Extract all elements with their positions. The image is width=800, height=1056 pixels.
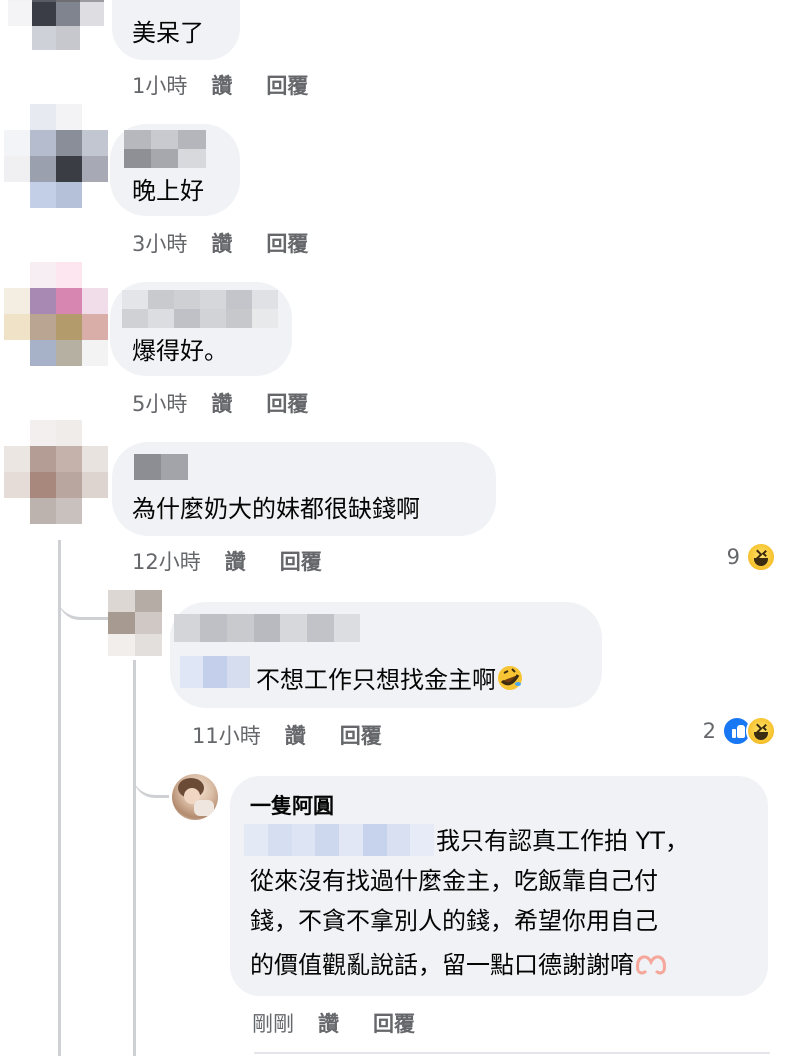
avatar[interactable] bbox=[108, 590, 162, 656]
reply-button[interactable]: 回覆 bbox=[266, 388, 308, 418]
like-button[interactable]: 讚 bbox=[318, 1008, 339, 1038]
comment-text-line: 的價值觀亂說話，留一點口德謝謝唷 bbox=[250, 950, 668, 980]
reply-button[interactable]: 回覆 bbox=[373, 1008, 415, 1038]
comment-time[interactable]: 5小時 bbox=[132, 388, 187, 418]
comment-text: 爆得好。 bbox=[132, 337, 228, 365]
thread-connector bbox=[58, 580, 110, 620]
comment-text: 不想工作只想找金主啊 bbox=[256, 664, 524, 695]
comment-text-body: 不想工作只想找金主啊 bbox=[256, 666, 496, 694]
comment-text: 為什麼奶大的妹都很缺錢啊 bbox=[132, 495, 420, 523]
like-button[interactable]: 讚 bbox=[285, 720, 306, 750]
rolling-on-floor-laughing-icon bbox=[498, 666, 522, 690]
avatar[interactable] bbox=[8, 0, 104, 52]
redacted-mention bbox=[244, 824, 434, 856]
reply-button[interactable]: 回覆 bbox=[280, 546, 322, 576]
reply-box-edge bbox=[254, 1052, 770, 1054]
like-button[interactable]: 讚 bbox=[211, 228, 232, 258]
reaction-summary[interactable]: 9 bbox=[727, 542, 776, 572]
comment-text-line: 從來沒有找過什麼金主，吃飯靠自己付 bbox=[250, 867, 658, 895]
reply-button[interactable]: 回覆 bbox=[266, 70, 308, 100]
haha-icon bbox=[746, 716, 776, 746]
comment-time[interactable]: 12小時 bbox=[132, 546, 201, 576]
avatar[interactable] bbox=[4, 420, 108, 524]
reaction-count: 2 bbox=[702, 719, 716, 743]
redacted-author-name bbox=[134, 454, 188, 480]
like-button[interactable]: 讚 bbox=[225, 546, 246, 576]
avatar[interactable] bbox=[4, 104, 108, 208]
comment-text-line: 我只有認真工作拍 YT， bbox=[436, 827, 689, 855]
redacted-author-name bbox=[122, 290, 278, 328]
heart-hands-icon bbox=[636, 955, 666, 975]
comment-text: 美呆了 bbox=[132, 19, 204, 47]
comment-actions: 剛剛 讚 回覆 bbox=[252, 1008, 415, 1038]
thread-line bbox=[58, 540, 61, 1056]
comment-actions: 3小時 讚 回覆 bbox=[132, 228, 308, 258]
reaction-summary[interactable]: 2 bbox=[703, 716, 776, 746]
comment-author[interactable]: 一隻阿圓 bbox=[250, 790, 334, 820]
comment-text: 晚上好 bbox=[132, 177, 204, 205]
comment-actions: 11小時 讚 回覆 bbox=[192, 720, 382, 750]
reaction-count: 9 bbox=[726, 545, 740, 569]
like-button[interactable]: 讚 bbox=[211, 70, 232, 100]
redacted-author-name bbox=[174, 614, 360, 642]
comment-time[interactable]: 剛剛 bbox=[252, 1008, 294, 1038]
redacted-mention bbox=[180, 656, 250, 688]
avatar[interactable] bbox=[4, 262, 108, 366]
reply-button[interactable]: 回覆 bbox=[266, 228, 308, 258]
comment-time[interactable]: 3小時 bbox=[132, 228, 187, 258]
comment-actions: 1小時 讚 回覆 bbox=[132, 70, 308, 100]
haha-icon bbox=[746, 542, 776, 572]
comment-time[interactable]: 1小時 bbox=[132, 70, 187, 100]
comment-actions: 12小時 讚 回覆 bbox=[132, 546, 322, 576]
comment-text-body: 的價值觀亂說話，留一點口德謝謝唷 bbox=[250, 951, 634, 979]
thread-connector bbox=[133, 760, 169, 798]
comment-text-line: 錢，不貪不拿別人的錢，希望你用自己 bbox=[250, 907, 658, 935]
comment-actions: 5小時 讚 回覆 bbox=[132, 388, 308, 418]
comment-time[interactable]: 11小時 bbox=[192, 720, 261, 750]
thread-line bbox=[133, 660, 136, 1056]
reply-button[interactable]: 回覆 bbox=[340, 720, 382, 750]
redacted-author-name bbox=[124, 130, 206, 168]
avatar[interactable] bbox=[172, 774, 218, 820]
like-button[interactable]: 讚 bbox=[211, 388, 232, 418]
